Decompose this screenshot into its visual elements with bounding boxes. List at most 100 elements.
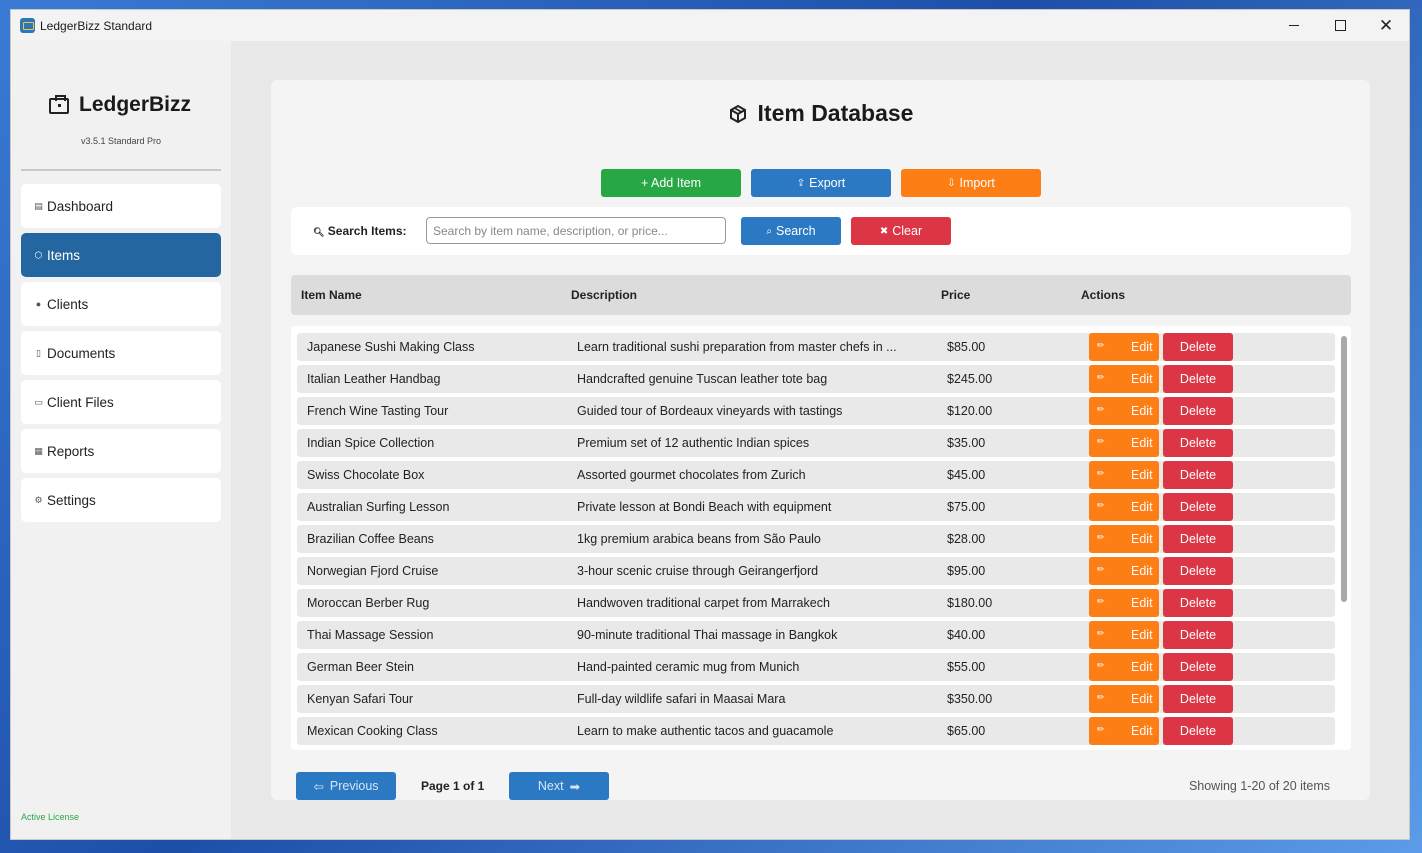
delete-label: Delete [1179,404,1217,418]
previous-page-button[interactable]: ⇦ Previous [296,772,396,800]
cell-price: $120.00 [947,404,993,418]
table-scrollbar[interactable] [1341,336,1347,602]
table-row[interactable]: Italian Leather Handbag Handcrafted genui… [297,365,1335,393]
sidebar-item-clients[interactable]: ● Clients [21,282,221,326]
edit-button[interactable]: ✏ Edit [1089,333,1159,361]
cell-price: $55.00 [947,660,986,674]
import-button[interactable]: ⇩ Import [901,169,1041,197]
table-row[interactable]: Thai Massage Session 90-minute traditiona… [297,621,1335,649]
next-icon: ➡ [569,779,581,794]
edit-button[interactable]: ✏ Edit [1089,493,1159,521]
minimize-button[interactable] [1271,10,1317,41]
table-row[interactable]: Indian Spice Collection Premium set of 12… [297,429,1335,457]
edit-button[interactable]: ✏ Edit [1089,557,1159,585]
search-label-text: Search Items: [327,224,407,238]
delete-button[interactable]: Delete [1163,365,1233,393]
delete-label: Delete [1179,340,1217,354]
sidebar-item-client-files[interactable]: ▭ Client Files [21,380,221,424]
page-prefix: Page [421,779,454,793]
table-row[interactable]: Kenyan Safari Tour Full-day wildlife safa… [297,685,1335,713]
next-page-button[interactable]: Next ➡ [509,772,609,800]
edit-button[interactable]: ✏ Edit [1089,621,1159,649]
edit-label: Edit [1131,532,1153,546]
search-input[interactable] [426,217,726,244]
sidebar-item-items[interactable]: ⬡ Items [21,233,221,277]
cell-item-name: French Wine Tasting Tour [307,404,449,418]
edit-button[interactable]: ✏ Edit [1089,685,1159,713]
column-header-item-name[interactable]: Item Name [301,288,362,302]
briefcase-icon [49,95,69,114]
cell-item-name: Brazilian Coffee Beans [307,532,434,546]
maximize-button[interactable] [1317,10,1363,41]
edit-button[interactable]: ✏ Edit [1089,525,1159,553]
title-bar[interactable]: LedgerBizz Standard ✕ [11,10,1409,41]
edit-button[interactable]: ✏ Edit [1089,397,1159,425]
delete-button[interactable]: Delete [1163,333,1233,361]
search-button[interactable]: ⌕ Search [741,217,841,245]
delete-label: Delete [1179,596,1217,610]
clear-button[interactable]: ✖ Clear [851,217,951,245]
delete-button[interactable]: Delete [1163,397,1233,425]
export-label: Export [809,176,846,190]
cell-item-name: Norwegian Fjord Cruise [307,564,439,578]
delete-label: Delete [1179,724,1217,738]
next-label: Next [537,779,564,793]
cell-item-name: Moroccan Berber Rug [307,596,430,610]
close-button[interactable]: ✕ [1363,10,1409,41]
edit-button[interactable]: ✏ Edit [1089,461,1159,489]
sidebar-item-label: Clients [47,296,89,312]
table-row[interactable]: Swiss Chocolate Box Assorted gourmet choc… [297,461,1335,489]
sidebar-item-settings[interactable]: ⚙ Settings [21,478,221,522]
delete-button[interactable]: Delete [1163,429,1233,457]
column-header-actions: Actions [1081,288,1126,302]
sidebar-item-dashboard[interactable]: ▤ Dashboard [21,184,221,228]
previous-icon: ⇦ [313,779,324,794]
delete-button[interactable]: Delete [1163,653,1233,681]
import-label: Import [959,176,995,190]
delete-label: Delete [1179,660,1217,674]
delete-label: Delete [1179,372,1217,386]
page-current: 1 of 1 [453,779,485,793]
edit-label: Edit [1131,692,1153,706]
column-header-description[interactable]: Description [571,288,637,302]
delete-button[interactable]: Delete [1163,685,1233,713]
delete-button[interactable]: Delete [1163,525,1233,553]
column-header-price[interactable]: Price [941,288,970,302]
cell-description: 1kg premium arabica beans from São Paulo [577,532,821,546]
edit-button[interactable]: ✏ Edit [1089,717,1159,745]
cell-description: Handwoven traditional carpet from Marrak… [577,596,830,610]
table-row[interactable]: Australian Surfing Lesson Private lesson … [297,493,1335,521]
table-row[interactable]: Brazilian Coffee Beans 1kg premium arabic… [297,525,1335,553]
pencil-icon: ✏ [1097,532,1105,542]
edit-button[interactable]: ✏ Edit [1089,589,1159,617]
delete-button[interactable]: Delete [1163,493,1233,521]
table-row[interactable]: Mexican Cooking Class Learn to make authe… [297,717,1335,745]
edit-button[interactable]: ✏ Edit [1089,365,1159,393]
box-icon: ⬡ [34,249,43,260]
delete-button[interactable]: Delete [1163,589,1233,617]
cell-price: $95.00 [947,564,986,578]
pencil-icon: ✏ [1097,372,1105,382]
table-body: Japanese Sushi Making Class Learn traditi… [291,326,1351,750]
edit-button[interactable]: ✏ Edit [1089,653,1159,681]
brand: LedgerBizz [49,93,191,117]
table-row[interactable]: Moroccan Berber Rug Handwoven traditional… [297,589,1335,617]
table-row[interactable]: German Beer Stein Hand-painted ceramic mu… [297,653,1335,681]
delete-button[interactable]: Delete [1163,557,1233,585]
users-icon: ● [35,299,42,309]
table-row[interactable]: Japanese Sushi Making Class Learn traditi… [297,333,1335,361]
delete-button[interactable]: Delete [1163,717,1233,745]
cell-price: $75.00 [947,500,986,514]
sidebar-item-documents[interactable]: ▯ Documents [21,331,221,375]
table-row[interactable]: Norwegian Fjord Cruise 3-hour scenic crui… [297,557,1335,585]
pencil-icon: ✏ [1097,660,1105,670]
edit-button[interactable]: ✏ Edit [1089,429,1159,457]
cell-description: Handcrafted genuine Tuscan leather tote … [577,372,828,386]
add-item-button[interactable]: + Add Item [601,169,741,197]
sidebar-item-reports[interactable]: ▦ Reports [21,429,221,473]
clear-icon: ✖ [879,225,889,237]
delete-button[interactable]: Delete [1163,621,1233,649]
delete-button[interactable]: Delete [1163,461,1233,489]
table-row[interactable]: French Wine Tasting Tour Guided tour of B… [297,397,1335,425]
export-button[interactable]: ⇪ Export [751,169,891,197]
